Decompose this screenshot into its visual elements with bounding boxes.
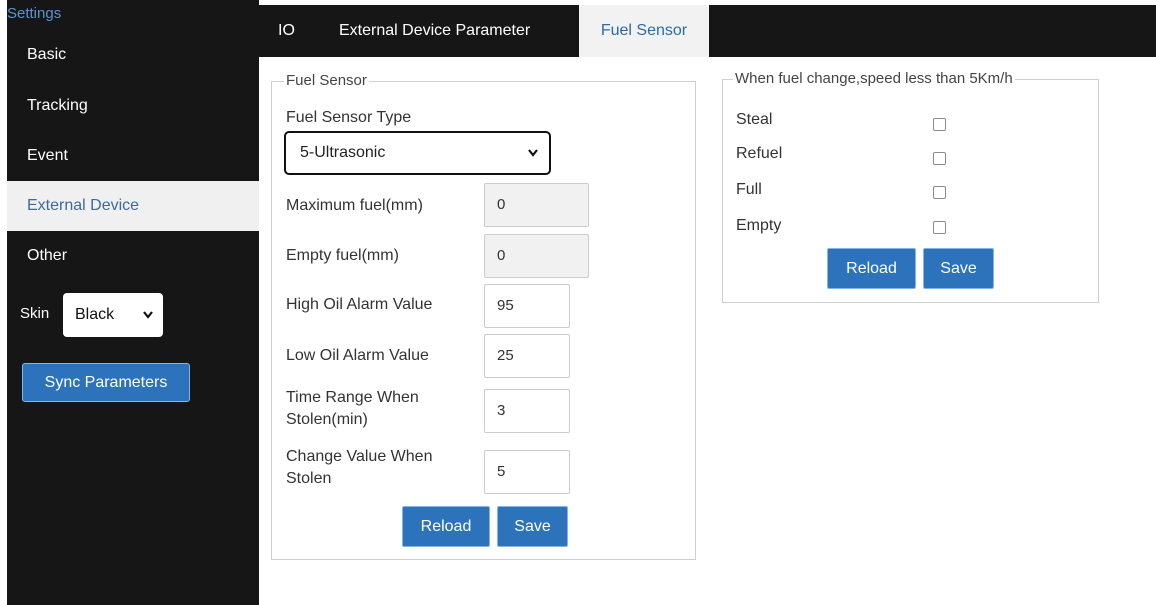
fuel-change-save-button[interactable]: Save (923, 248, 994, 289)
sync-parameters-button[interactable]: Sync Parameters (22, 363, 190, 402)
maximum-fuel-input[interactable]: 0 (484, 183, 589, 227)
fuel-sensor-type-select[interactable]: 5-Ultrasonic (284, 131, 551, 175)
chevron-down-icon (142, 293, 154, 355)
change-value-stolen-label-line1: Change Value When (286, 448, 433, 465)
change-value-stolen-label-line2: Stolen (286, 470, 332, 487)
skin-select[interactable]: Black (63, 293, 163, 337)
steal-label: Steal (736, 111, 773, 128)
tab-fuel-sensor[interactable]: Fuel Sensor (579, 5, 709, 57)
full-label: Full (736, 181, 762, 198)
time-range-stolen-label-line1: Time Range When (286, 389, 419, 406)
sidebar-item-tracking[interactable]: Tracking (7, 81, 259, 131)
tab-external-device-parameter[interactable]: External Device Parameter (339, 5, 530, 57)
skin-select-value: Black (75, 306, 115, 323)
fuel-sensor-legend: Fuel Sensor (284, 72, 369, 90)
full-checkbox[interactable] (933, 186, 946, 199)
fuel-sensor-save-button[interactable]: Save (497, 506, 568, 547)
high-oil-alarm-input[interactable]: 95 (484, 284, 570, 328)
low-oil-alarm-input[interactable]: 25 (484, 334, 570, 378)
fuel-sensor-type-label: Fuel Sensor Type (286, 109, 412, 126)
empty-checkbox[interactable] (933, 221, 946, 234)
maximum-fuel-label: Maximum fuel(mm) (286, 197, 423, 214)
empty-fuel-label: Empty fuel(mm) (286, 247, 399, 264)
steal-checkbox[interactable] (933, 118, 946, 131)
fuel-sensor-reload-button[interactable]: Reload (402, 506, 490, 547)
change-value-stolen-label: Change Value When Stolen (286, 446, 432, 490)
skin-label: Skin (20, 305, 50, 322)
fuel-change-reload-button[interactable]: Reload (827, 248, 916, 289)
change-value-stolen-input[interactable]: 5 (484, 450, 570, 494)
sidebar-item-other[interactable]: Other (7, 231, 259, 281)
tab-io[interactable]: IO (278, 5, 295, 57)
sidebar-item-event[interactable]: Event (7, 131, 259, 181)
low-oil-alarm-label: Low Oil Alarm Value (286, 347, 429, 364)
sidebar-item-basic[interactable]: Basic (7, 32, 259, 82)
chevron-down-icon (527, 133, 539, 189)
high-oil-alarm-label: High Oil Alarm Value (286, 296, 433, 313)
time-range-stolen-input[interactable]: 3 (484, 389, 570, 433)
time-range-stolen-label-line2: Stolen(min) (286, 411, 368, 428)
refuel-label: Refuel (736, 145, 783, 162)
fuel-sensor-type-value: 5-Ultrasonic (300, 144, 386, 161)
time-range-stolen-label: Time Range When Stolen(min) (286, 387, 419, 431)
fuel-change-legend: When fuel change,speed less than 5Km/h (733, 70, 1015, 88)
empty-label: Empty (736, 217, 782, 234)
sidebar: Settings Basic Tracking Event External D… (7, 0, 259, 605)
sidebar-item-external-device[interactable]: External Device (7, 181, 259, 231)
tab-bar: IO External Device Parameter Fuel Sensor (259, 5, 1156, 57)
refuel-checkbox[interactable] (933, 152, 946, 165)
sidebar-title: Settings (7, 5, 62, 22)
empty-fuel-input[interactable]: 0 (484, 234, 589, 278)
